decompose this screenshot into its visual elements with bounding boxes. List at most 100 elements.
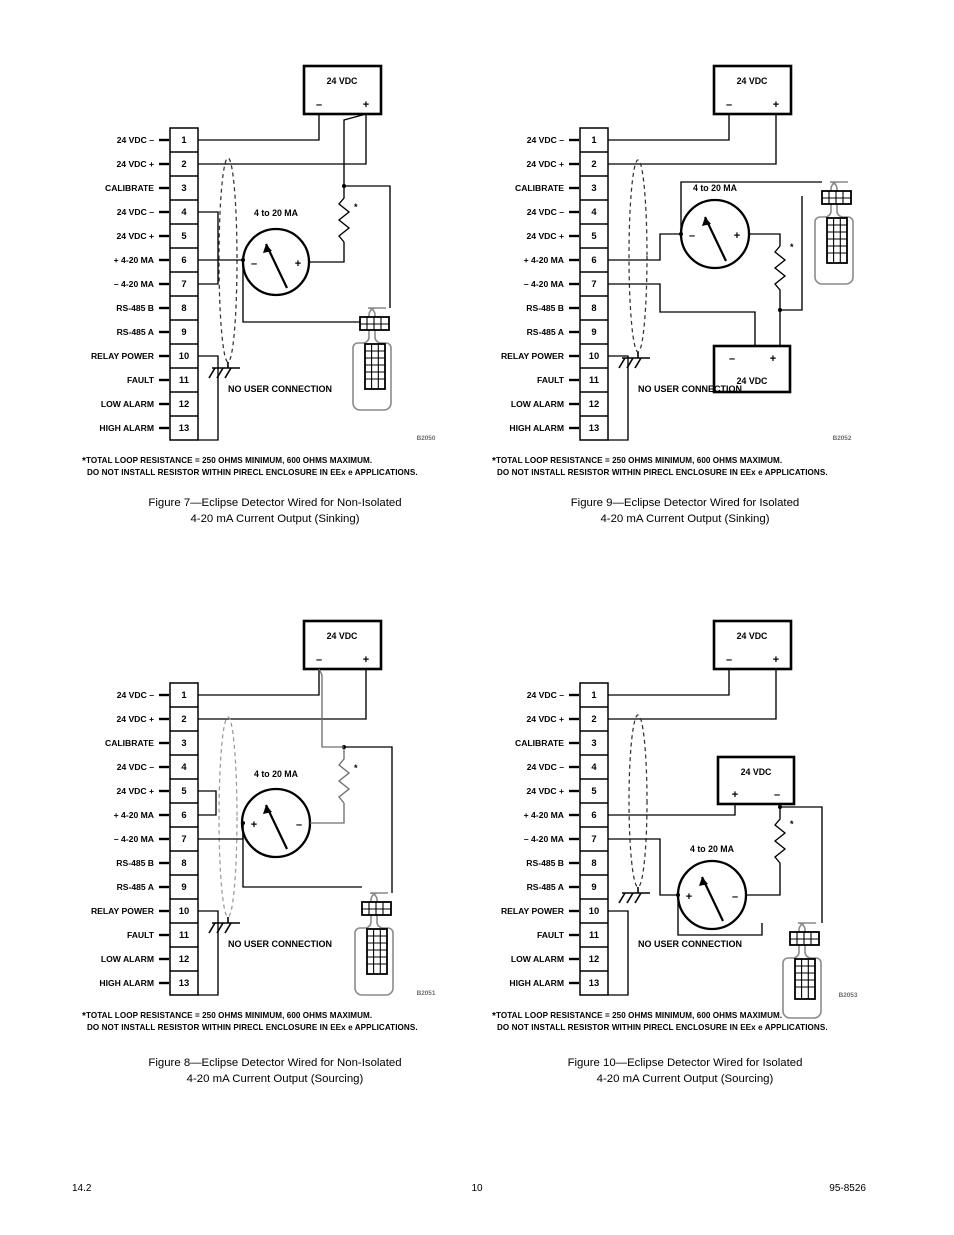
svg-text:FAULT: FAULT bbox=[537, 375, 565, 385]
drawing-number: B2050 bbox=[417, 435, 436, 442]
meter-plus: + bbox=[251, 819, 257, 831]
handheld-programmer bbox=[352, 307, 392, 411]
footnote-line-2: DO NOT INSTALL RESISTOR WITHIN PIRECL EN… bbox=[87, 1023, 418, 1033]
svg-text:6: 6 bbox=[591, 254, 596, 265]
handheld-programmer bbox=[782, 922, 822, 1019]
svg-text:4: 4 bbox=[591, 761, 597, 772]
no-user-connection-label: NO USER CONNECTION bbox=[228, 939, 332, 949]
footnote-line-2: DO NOT INSTALL RESISTOR WITHIN PIRECL EN… bbox=[87, 468, 418, 478]
svg-text:1: 1 bbox=[181, 134, 186, 145]
figure-10-diagram: 24 VDC – + 1 2 3 4 5 6 7 8 9 10 11 12 13… bbox=[470, 605, 900, 1165]
svg-text:– 4-20 MA: – 4-20 MA bbox=[524, 834, 564, 844]
svg-text:3: 3 bbox=[591, 182, 596, 193]
svg-text:7: 7 bbox=[591, 833, 596, 844]
svg-text:24 VDC +: 24 VDC + bbox=[117, 159, 155, 169]
meter-minus: – bbox=[296, 819, 302, 831]
svg-text:RS-485 B: RS-485 B bbox=[116, 858, 154, 868]
svg-text:3: 3 bbox=[591, 737, 596, 748]
svg-text:7: 7 bbox=[181, 278, 186, 289]
meter-minus: – bbox=[251, 258, 257, 270]
svg-text:1: 1 bbox=[181, 689, 186, 700]
wire-t2-supply-plus bbox=[198, 114, 367, 165]
supply-plus: + bbox=[773, 654, 779, 666]
svg-text:12: 12 bbox=[589, 398, 599, 409]
figure-9-caption: Figure 9—Eclipse Detector Wired for Isol… bbox=[470, 495, 900, 527]
wire-t7-meter-plus bbox=[198, 823, 244, 840]
svg-text:13: 13 bbox=[589, 977, 599, 988]
supply-label: 24 VDC bbox=[327, 76, 358, 86]
svg-text:CALIBRATE: CALIBRATE bbox=[515, 738, 564, 748]
resistor-asterisk: * bbox=[790, 242, 794, 252]
supply-label: 24 VDC bbox=[737, 631, 768, 641]
drawing-number: B2053 bbox=[839, 992, 858, 999]
terminal-labels: 24 VDC – 24 VDC + CALIBRATE 24 VDC – 24 … bbox=[501, 135, 565, 433]
supply-minus: – bbox=[726, 99, 732, 111]
svg-text:13: 13 bbox=[179, 977, 189, 988]
svg-text:CALIBRATE: CALIBRATE bbox=[105, 183, 154, 193]
supply-plus: + bbox=[773, 99, 779, 111]
supply-label: 24 VDC bbox=[737, 76, 768, 86]
figure-10-schematic: 24 VDC – + 1 2 3 4 5 6 7 8 9 10 11 12 13… bbox=[501, 619, 858, 1019]
svg-text:RS-485 A: RS-485 A bbox=[527, 882, 564, 892]
svg-text:24 VDC –: 24 VDC – bbox=[117, 207, 154, 217]
svg-text:4: 4 bbox=[181, 761, 187, 772]
second-supply-minus: – bbox=[774, 789, 780, 801]
svg-text:RS-485 A: RS-485 A bbox=[117, 327, 154, 337]
svg-text:5: 5 bbox=[181, 230, 186, 241]
wire-meter-to-resistor bbox=[746, 863, 781, 896]
meter-plus: + bbox=[686, 891, 692, 903]
svg-text:RS-485 A: RS-485 A bbox=[117, 882, 154, 892]
wire-t6-supply2-plus bbox=[608, 804, 736, 816]
svg-text:+ 4-20 MA: + 4-20 MA bbox=[524, 255, 564, 265]
svg-text:RELAY POWER: RELAY POWER bbox=[91, 906, 155, 916]
footer-document-number: 95-8526 bbox=[829, 1183, 866, 1194]
footnote-line-1: TOTAL LOOP RESISTANCE = 250 OHMS MINIMUM… bbox=[495, 456, 783, 465]
wire-resistor-supply-plus bbox=[343, 113, 367, 186]
supply-plus: + bbox=[363, 654, 369, 666]
svg-text:24 VDC +: 24 VDC + bbox=[527, 714, 565, 724]
figure-9-diagram: 24 VDC – + 1 2 3 4 5 6 7 8 9 10 11 12 13… bbox=[470, 50, 900, 610]
terminal-labels: 24 VDC – 24 VDC + CALIBRATE 24 VDC – 24 … bbox=[91, 690, 155, 988]
svg-text:8: 8 bbox=[181, 302, 186, 313]
cable-shield bbox=[628, 159, 648, 353]
svg-text:5: 5 bbox=[591, 785, 596, 796]
svg-text:LOW ALARM: LOW ALARM bbox=[101, 399, 154, 409]
svg-text:6: 6 bbox=[181, 809, 186, 820]
figure-7-schematic: 24 VDC – + 1 2 3 4 5 6 7 8 9 10 11 12 13… bbox=[91, 64, 436, 442]
svg-text:24 VDC +: 24 VDC + bbox=[117, 786, 155, 796]
wire-meter-to-resistor bbox=[309, 242, 345, 263]
svg-text:9: 9 bbox=[591, 881, 596, 892]
no-user-connection-label: NO USER CONNECTION bbox=[638, 939, 742, 949]
loop-resistor bbox=[337, 186, 351, 243]
wire-t7-meter-plus bbox=[608, 838, 678, 896]
meter-plus: + bbox=[734, 230, 740, 242]
no-user-connection-label: NO USER CONNECTION bbox=[638, 384, 742, 394]
svg-text:RELAY POWER: RELAY POWER bbox=[501, 906, 565, 916]
cable-shield bbox=[628, 714, 648, 888]
figure-10-caption: Figure 10—Eclipse Detector Wired for Iso… bbox=[470, 1055, 900, 1087]
figure-7-caption: Figure 7—Eclipse Detector Wired for Non-… bbox=[60, 495, 490, 527]
svg-text:2: 2 bbox=[591, 713, 596, 724]
loop-resistor bbox=[773, 245, 787, 310]
terminal-lead-ticks bbox=[159, 138, 169, 430]
svg-text:6: 6 bbox=[591, 809, 596, 820]
drawing-number: B2051 bbox=[417, 990, 436, 997]
svg-text:LOW ALARM: LOW ALARM bbox=[511, 954, 564, 964]
caption-line-2: 4-20 mA Current Output (Sinking) bbox=[190, 513, 360, 525]
svg-text:FAULT: FAULT bbox=[537, 930, 565, 940]
svg-text:4: 4 bbox=[181, 206, 187, 217]
jumper-4-7 bbox=[198, 211, 219, 285]
bracket-no-user-connection bbox=[608, 355, 629, 441]
wire-right-rail bbox=[780, 806, 823, 923]
meter-plus: + bbox=[295, 258, 301, 270]
svg-text:RS-485 B: RS-485 B bbox=[526, 858, 564, 868]
second-supply-box bbox=[716, 755, 796, 806]
svg-text:24 VDC +: 24 VDC + bbox=[527, 231, 565, 241]
svg-text:9: 9 bbox=[181, 326, 186, 337]
svg-text:24 VDC +: 24 VDC + bbox=[527, 159, 565, 169]
figure-7-footnote: *TOTAL LOOP RESISTANCE = 250 OHMS MINIMU… bbox=[82, 455, 418, 479]
footer-page-number: 10 bbox=[471, 1183, 483, 1194]
svg-text:11: 11 bbox=[589, 929, 599, 940]
svg-text:24 VDC +: 24 VDC + bbox=[527, 786, 565, 796]
wire-t1-supply-minus bbox=[608, 114, 730, 141]
